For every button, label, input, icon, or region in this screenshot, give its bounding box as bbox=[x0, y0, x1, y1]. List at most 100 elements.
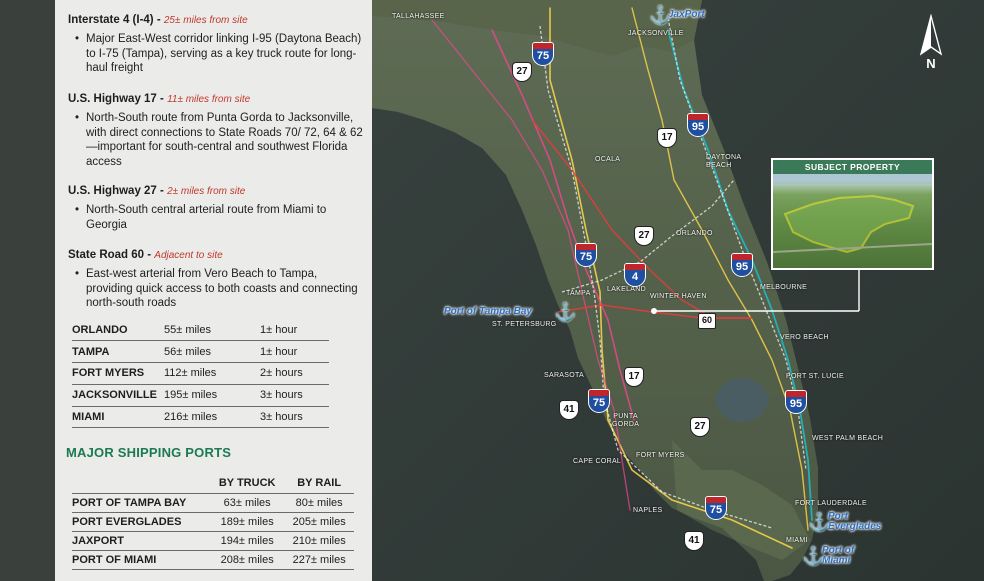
port-row: PORT EVERGLADES 189± miles 205± miles bbox=[72, 512, 354, 532]
distance-row: ORLANDO 55± miles 1± hour bbox=[72, 319, 329, 342]
city-tallahassee: TALLAHASSEE bbox=[392, 13, 445, 20]
highway-shield-i75: 75 bbox=[588, 389, 610, 413]
port-truck: 194± miles bbox=[210, 531, 285, 551]
highway-shield-i95: 95 bbox=[687, 113, 709, 137]
city-winter-haven: WINTER HAVEN bbox=[650, 293, 707, 300]
port-port: PORT OF MIAMI bbox=[72, 550, 210, 570]
port-row: PORT OF TAMPA BAY 63± miles 80± miles bbox=[72, 493, 354, 513]
highway-shield-i4: 4 bbox=[624, 263, 646, 287]
property-boundary bbox=[783, 194, 915, 254]
subject-property-inset: SUBJECT PROPERTY bbox=[771, 158, 934, 270]
highway-shield-i95: 95 bbox=[731, 253, 753, 277]
north-arrow: N bbox=[915, 13, 947, 72]
route-distance: 25± miles from site bbox=[163, 15, 248, 26]
city-jacksonville: JACKSONVILLE bbox=[628, 30, 684, 37]
port-label-miami: Port of Miami bbox=[822, 545, 855, 566]
shield-number: 17 bbox=[661, 132, 673, 143]
distance-miles: 216± miles bbox=[164, 406, 260, 429]
port-truck: 189± miles bbox=[210, 512, 285, 532]
port-row: PORT OF MIAMI 208± miles 227± miles bbox=[72, 550, 354, 570]
anchor-icon-tampa-bay: ⚓ bbox=[554, 302, 577, 322]
port-truck: 63± miles bbox=[210, 493, 285, 513]
distance-time: 2± hours bbox=[260, 362, 329, 385]
inset-title: SUBJECT PROPERTY bbox=[773, 160, 932, 174]
highway-shield-us41: 41 bbox=[559, 400, 579, 420]
shield-number: 41 bbox=[563, 404, 575, 415]
port-rail: 80± miles bbox=[284, 493, 354, 513]
distance-miles: 195± miles bbox=[164, 384, 260, 407]
shield-number: 27 bbox=[638, 230, 650, 241]
left-dark-band bbox=[0, 0, 55, 581]
route-name: U.S. Highway 27 - bbox=[68, 185, 164, 197]
distance-city: JACKSONVILLE bbox=[72, 384, 164, 407]
distance-time: 3± hours bbox=[260, 384, 329, 407]
route-sr60: State Road 60 - Adjacent to site East-we… bbox=[68, 248, 364, 311]
city-fort-myers: FORT MYERS bbox=[636, 452, 685, 459]
shield-number: 60 bbox=[701, 315, 712, 325]
route-name: Interstate 4 (I-4) - bbox=[68, 14, 161, 26]
distance-miles: 112± miles bbox=[164, 362, 260, 385]
route-us27: U.S. Highway 27 - 2± miles from site Nor… bbox=[68, 184, 364, 232]
distance-city: ORLANDO bbox=[72, 319, 164, 342]
north-arrow-icon bbox=[919, 13, 943, 56]
distance-miles: 55± miles bbox=[164, 319, 260, 342]
shield-number: 95 bbox=[691, 121, 705, 133]
highway-shield-i95: 95 bbox=[785, 390, 807, 414]
highway-shield-i75: 75 bbox=[575, 243, 597, 267]
ports-header-rail: BY RAIL bbox=[284, 473, 354, 494]
port-label-everglades: Port Everglades bbox=[828, 511, 882, 532]
city-vero-beach: VERO BEACH bbox=[780, 334, 829, 341]
city-naples: NAPLES bbox=[633, 507, 663, 514]
distance-row: JACKSONVILLE 195± miles 3± hours bbox=[72, 384, 329, 407]
distance-time: 1± hour bbox=[260, 340, 329, 364]
distance-city: MIAMI bbox=[72, 406, 164, 429]
city-west-palm-beach: WEST PALM BEACH bbox=[812, 435, 884, 442]
highway-shield-i75: 75 bbox=[532, 42, 554, 66]
port-truck: 208± miles bbox=[210, 550, 285, 570]
port-port: PORT OF TAMPA BAY bbox=[72, 493, 210, 513]
route-distance: Adjacent to site bbox=[154, 250, 223, 261]
highway-shield-sr60: 60 bbox=[698, 313, 716, 329]
port-label-tampa-bay: Port of Tampa Bay bbox=[444, 306, 532, 317]
port-rail: 227± miles bbox=[284, 550, 354, 570]
shield-number: 41 bbox=[688, 535, 700, 546]
city-miami: MIAMI bbox=[786, 537, 808, 544]
route-distance: 11± miles from site bbox=[167, 94, 251, 105]
route-description: East-west arterial from Vero Beach to Ta… bbox=[68, 267, 364, 310]
route-description: North-South route from Punta Gorda to Ja… bbox=[68, 111, 364, 169]
shield-number: 4 bbox=[631, 271, 639, 283]
lake-okeechobee bbox=[716, 378, 768, 422]
route-us17: U.S. Highway 17 - 11± miles from site No… bbox=[68, 92, 364, 169]
shield-number: 75 bbox=[579, 251, 593, 263]
ports-header-blank bbox=[72, 473, 210, 494]
florida-map: TALLAHASSEE JACKSONVILLE OCALA DAYTONA B… bbox=[372, 0, 984, 581]
port-rail: 205± miles bbox=[284, 512, 354, 532]
anchor-icon-jaxport: ⚓ bbox=[649, 5, 672, 25]
distance-table: ORLANDO 55± miles 1± hour TAMPA 56± miles 1± … bbox=[72, 319, 329, 429]
highway-shield-us41: 41 bbox=[684, 531, 704, 551]
city-lakeland: LAKELAND bbox=[607, 286, 646, 293]
ports-table: BY TRUCK BY RAIL PORT OF TAMPA BAY 63± mi… bbox=[72, 473, 354, 570]
city-tampa: TAMPA bbox=[566, 290, 591, 297]
route-description: North-South central arterial route from … bbox=[68, 203, 364, 232]
shield-number: 95 bbox=[735, 261, 749, 273]
anchor-icon-everglades: ⚓ bbox=[808, 512, 831, 532]
city-sarasota: SARASOTA bbox=[544, 372, 585, 379]
port-label-jaxport: JaxPort bbox=[668, 9, 705, 20]
anchor-icon-miami: ⚓ bbox=[802, 546, 825, 566]
shield-number: 75 bbox=[592, 397, 606, 409]
highway-shield-us17: 17 bbox=[624, 367, 644, 387]
port-port: PORT EVERGLADES bbox=[72, 512, 210, 532]
shield-number: 17 bbox=[628, 371, 640, 382]
route-distance: 2± miles from site bbox=[167, 186, 246, 197]
shield-number: 27 bbox=[694, 421, 706, 432]
inset-aerial bbox=[773, 174, 932, 254]
highway-shield-us27: 27 bbox=[690, 417, 710, 437]
distance-row: MIAMI 216± miles 3± hours bbox=[72, 406, 329, 429]
distance-city: FORT MYERS bbox=[72, 362, 164, 385]
distance-city: TAMPA bbox=[72, 340, 164, 364]
property-marker bbox=[651, 308, 657, 314]
shield-number: 27 bbox=[516, 66, 528, 77]
info-panel: Interstate 4 (I-4) - 25± miles from site… bbox=[55, 0, 372, 581]
city-port-st-lucie: PORT ST. LUCIE bbox=[786, 373, 845, 380]
